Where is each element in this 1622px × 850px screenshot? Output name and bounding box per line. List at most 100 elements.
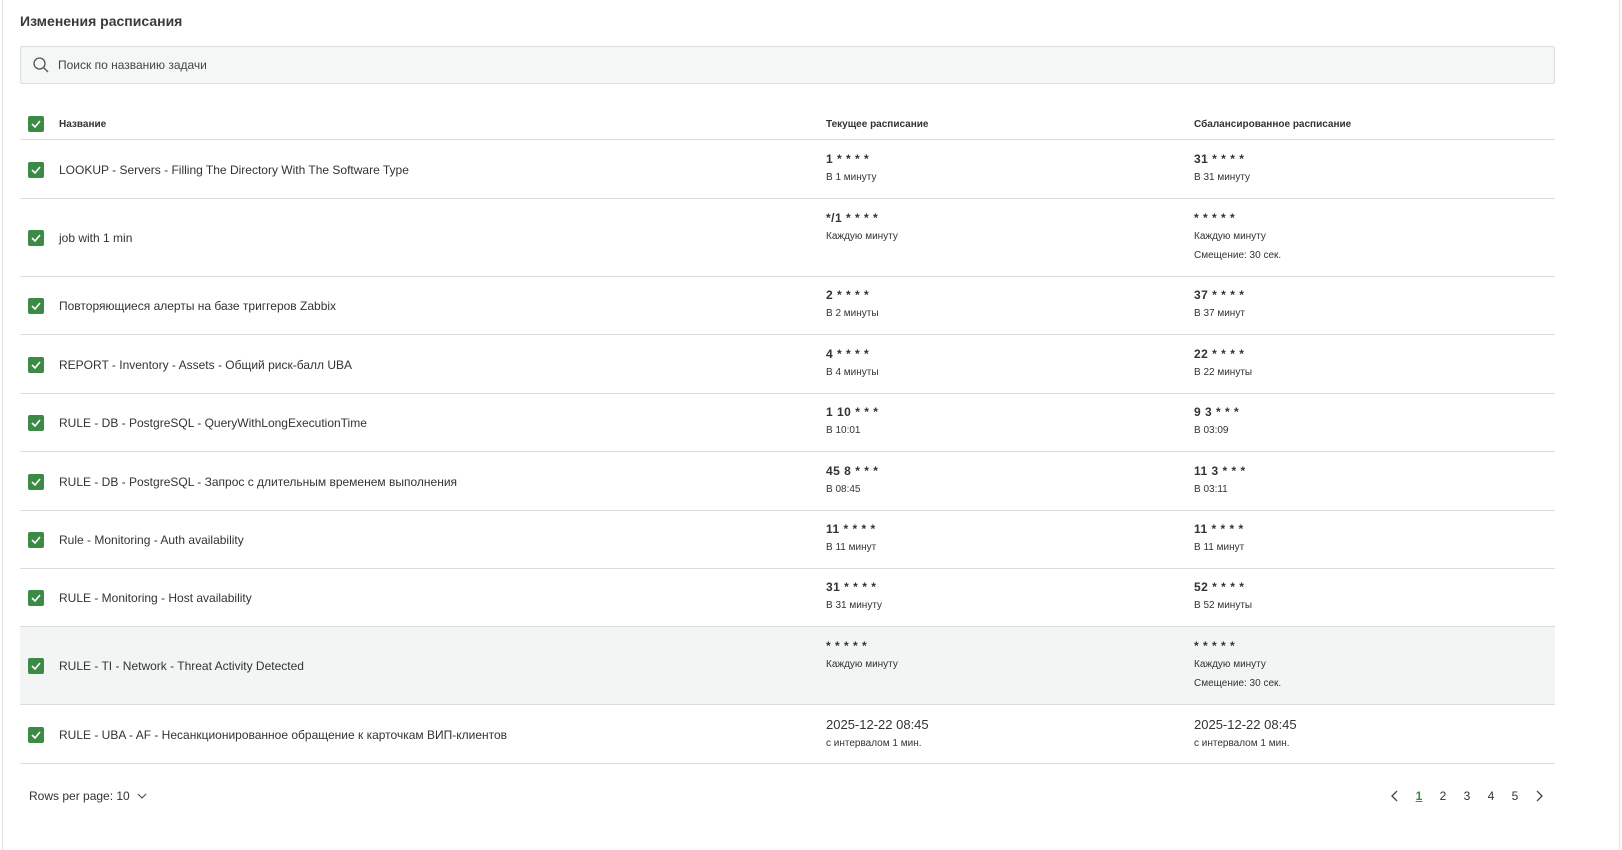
page-5-button[interactable]: 5 [1503, 789, 1527, 803]
page-1-button[interactable]: 1 [1407, 789, 1431, 803]
table-row[interactable]: job with 1 min */1 * * * * Каждую минуту * … [20, 199, 1555, 277]
schedule-description: В 31 минуту [826, 600, 883, 611]
current-schedule-cell: 45 8 * * * В 08:45 [826, 464, 878, 495]
current-schedule-cell: 4 * * * * В 4 минуты [826, 347, 879, 378]
column-header-balanced[interactable]: Сбалансированное расписание [1194, 119, 1351, 130]
page-3-button[interactable]: 3 [1455, 789, 1479, 803]
task-name: LOOKUP - Servers - Filling The Directory… [59, 163, 409, 177]
rows-per-page-label: Rows per page: 10 [29, 789, 130, 803]
cron-expression: * * * * * [826, 639, 868, 653]
schedule-description: В 37 минут [1194, 308, 1245, 319]
table-row[interactable]: RULE - UBA - AF - Несанкционированное об… [20, 705, 1555, 764]
current-schedule-cell: 1 * * * * В 1 минуту [826, 152, 876, 183]
current-schedule-cell: 31 * * * * В 31 минуту [826, 580, 882, 611]
cron-expression: * * * * * [1194, 639, 1236, 653]
schedule-description: В 2 минуты [826, 308, 879, 319]
column-header-current[interactable]: Текущее расписание [826, 119, 929, 130]
row-checkbox[interactable] [28, 727, 44, 743]
schedule-description: Каждую минуту [826, 231, 898, 242]
cron-expression: 11 3 * * * [1194, 464, 1246, 478]
chevron-left-icon [1391, 790, 1398, 802]
row-checkbox[interactable] [28, 532, 44, 548]
task-name: RULE - TI - Network - Threat Activity De… [59, 659, 304, 673]
schedule-table: Название Текущее расписание Сбалансирова… [20, 108, 1555, 764]
check-icon [31, 594, 41, 602]
cron-expression: 9 3 * * * [1194, 405, 1240, 419]
prev-page-button[interactable] [1385, 787, 1403, 805]
current-schedule-cell: 1 10 * * * В 10:01 [826, 405, 878, 436]
balanced-schedule-cell: 22 * * * * В 22 минуты [1194, 347, 1252, 378]
schedule-description: В 52 минуты [1194, 600, 1253, 611]
search-input[interactable] [58, 58, 1458, 72]
task-name: RULE - Monitoring - Host availability [59, 591, 252, 605]
next-page-button[interactable] [1531, 787, 1549, 805]
page-title: Изменения расписания [20, 13, 183, 29]
column-header-name[interactable]: Название [59, 119, 106, 130]
schedule-changes-panel: Изменения расписания Название Текущее ра… [2, 0, 1620, 850]
row-checkbox[interactable] [28, 658, 44, 674]
cron-expression: 31 * * * * [1194, 152, 1245, 166]
task-name: Rule - Monitoring - Auth availability [59, 533, 244, 547]
row-checkbox[interactable] [28, 162, 44, 178]
current-schedule-cell: * * * * * Каждую минуту [826, 639, 898, 670]
check-icon [31, 536, 41, 544]
table-row[interactable]: RULE - DB - PostgreSQL - QueryWithLongEx… [20, 394, 1555, 452]
row-checkbox[interactable] [28, 298, 44, 314]
row-checkbox[interactable] [28, 590, 44, 606]
search-box[interactable] [20, 46, 1555, 84]
table-row[interactable]: RULE - TI - Network - Threat Activity De… [20, 627, 1555, 705]
schedule-description: с интервалом 1 мин. [826, 738, 922, 749]
pagination: 12345 [1385, 787, 1549, 805]
current-schedule-cell: 11 * * * * В 11 минут [826, 522, 876, 553]
table-row[interactable]: RULE - DB - PostgreSQL - Запрос с длител… [20, 452, 1555, 511]
table-row[interactable]: LOOKUP - Servers - Filling The Directory… [20, 140, 1555, 199]
schedule-offset: Смещение: 30 сек. [1194, 250, 1282, 261]
rows-per-page-select[interactable]: Rows per page: 10 [29, 789, 147, 803]
cron-expression: 1 10 * * * [826, 405, 879, 419]
cron-expression: 11 * * * * [1194, 522, 1244, 536]
schedule-description: В 03:09 [1194, 425, 1229, 436]
row-checkbox[interactable] [28, 230, 44, 246]
page-2-button[interactable]: 2 [1431, 789, 1455, 803]
select-all-checkbox[interactable] [28, 116, 44, 132]
page-4-button[interactable]: 4 [1479, 789, 1503, 803]
task-name: REPORT - Inventory - Assets - Общий риск… [59, 358, 352, 372]
schedule-description: В 08:45 [826, 484, 861, 495]
check-icon [31, 419, 41, 427]
row-checkbox[interactable] [28, 474, 44, 490]
check-icon [31, 478, 41, 486]
cron-expression: 1 * * * * [826, 152, 870, 166]
check-icon [31, 662, 41, 670]
task-name: RULE - DB - PostgreSQL - QueryWithLongEx… [59, 416, 367, 430]
balanced-schedule-cell: 9 3 * * * В 03:09 [1194, 405, 1239, 436]
chevron-right-icon [1536, 790, 1543, 802]
balanced-schedule-cell: * * * * * Каждую минуту Смещение: 30 сек. [1194, 639, 1281, 689]
cron-expression: 45 8 * * * [826, 464, 879, 478]
cron-expression: * * * * * [1194, 211, 1236, 225]
schedule-description: В 11 минут [1194, 542, 1245, 553]
table-row[interactable]: Rule - Monitoring - Auth availability 11 … [20, 511, 1555, 569]
check-icon [31, 120, 41, 128]
schedule-description: В 03:11 [1194, 484, 1228, 495]
table-row[interactable]: REPORT - Inventory - Assets - Общий риск… [20, 335, 1555, 394]
row-checkbox[interactable] [28, 415, 44, 431]
schedule-description: В 4 минуты [826, 367, 879, 378]
schedule-description: В 1 минуту [826, 172, 877, 183]
table-row[interactable]: Повторяющиеся алерты на базе триггеров Z… [20, 277, 1555, 335]
row-checkbox[interactable] [28, 357, 44, 373]
check-icon [31, 166, 41, 174]
check-icon [31, 361, 41, 369]
schedule-description: В 22 минуты [1194, 367, 1253, 378]
task-name: RULE - DB - PostgreSQL - Запрос с длител… [59, 475, 458, 489]
cron-expression: 52 * * * * [1194, 580, 1245, 594]
table-footer: Rows per page: 10 12345 [20, 781, 1555, 811]
table-row[interactable]: RULE - Monitoring - Host availability 31 … [20, 569, 1555, 627]
cron-expression: 2025-12-22 08:45 [826, 717, 929, 732]
current-schedule-cell: 2 * * * * В 2 минуты [826, 288, 879, 319]
current-schedule-cell: */1 * * * * Каждую минуту [826, 211, 898, 242]
cron-expression: 2 * * * * [826, 288, 870, 302]
schedule-description: Каждую минуту [1194, 231, 1266, 242]
task-name: RULE - UBA - AF - Несанкционированное об… [59, 728, 508, 742]
table-header: Название Текущее расписание Сбалансирова… [20, 108, 1555, 140]
schedule-description: Каждую минуту [826, 659, 898, 670]
